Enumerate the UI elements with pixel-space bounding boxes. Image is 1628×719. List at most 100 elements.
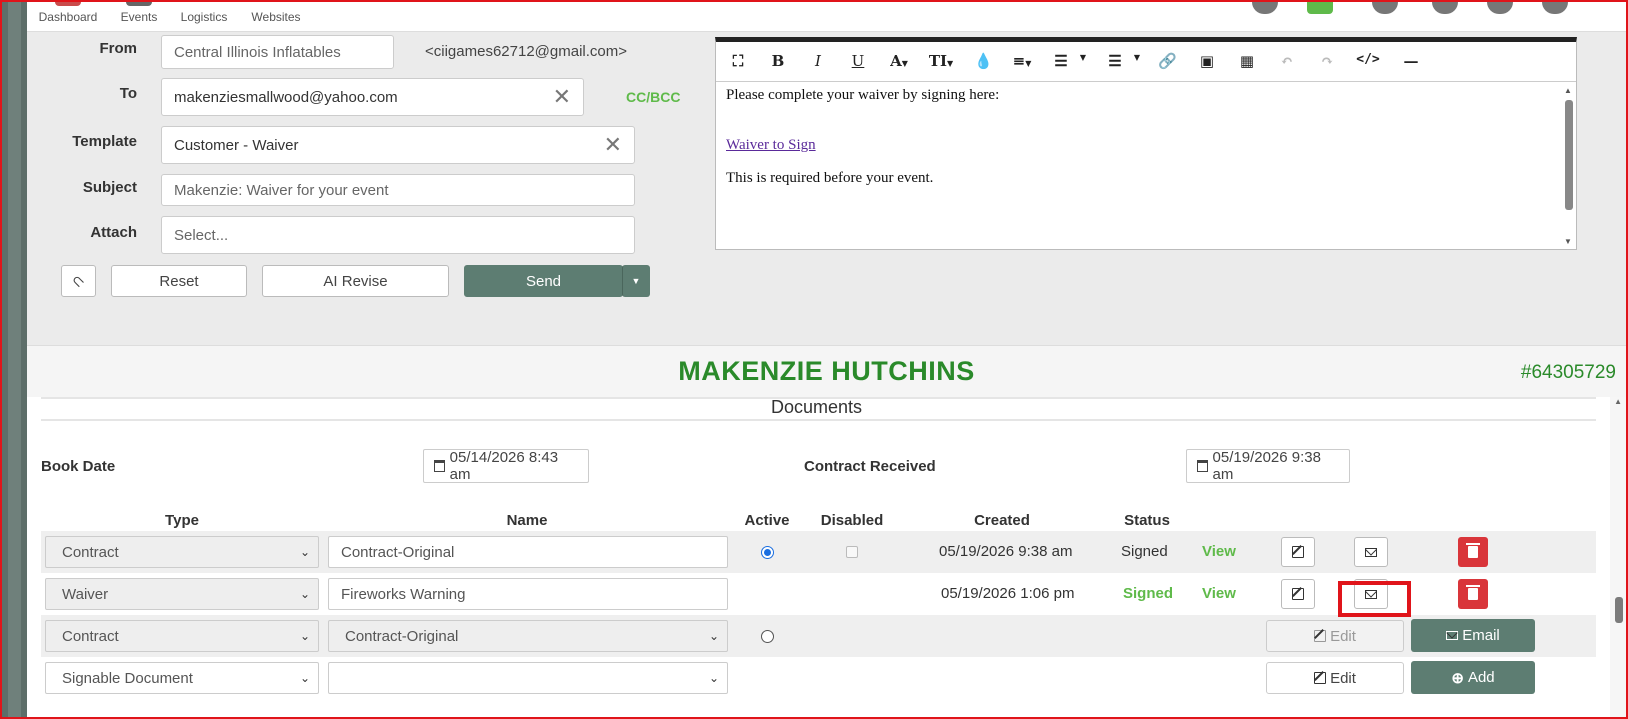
active-radio[interactable] [761,630,774,643]
nav-logistics[interactable]: Logistics [179,0,229,24]
cc-bcc-link[interactable]: CC/BCC [626,89,680,105]
name-input[interactable]: Contract-Original [328,536,728,568]
clear-to-icon[interactable]: ✕ [553,86,571,108]
email-button[interactable] [1354,537,1388,567]
nav-dashboard[interactable]: Dashboard [38,0,98,24]
bullet-list-caret[interactable]: ▼ [1132,52,1142,72]
caret-down-icon: ▼ [631,276,641,286]
edit-button-disabled[interactable]: Edit [1266,620,1404,652]
disabled-checkbox[interactable] [846,546,858,558]
to-field[interactable]: makenziesmallwood@yahoo.com ✕ [161,78,584,116]
ordered-list-caret[interactable]: ▼ [1078,52,1088,72]
trash-icon [1466,543,1480,558]
plus-circle-icon: ⊕ [1451,669,1464,687]
page-scrollbar[interactable]: ▲ [1610,397,1626,717]
truck-icon [191,0,217,2]
left-rail [2,2,27,717]
created-date: 05/19/2026 9:38 am [939,543,1073,560]
view-link[interactable]: View [1202,543,1236,560]
message-icon[interactable] [1307,0,1333,14]
editor-scrollbar[interactable]: ▲ ▼ [1564,86,1574,246]
col-disabled: Disabled [820,512,884,529]
from-label: From [99,40,138,57]
fullscreen-icon[interactable]: ⛶ [730,52,746,72]
editor-toolbar: ⛶ B I U A▼ TI▼ 💧 ≡▼ ☰ ▼ ☰ ▼ 🔗 ▣ ▦ ↶ ↷ </… [716,42,1576,82]
email-document-button[interactable]: Email [1411,619,1535,652]
status-text: Signed [1123,585,1174,602]
nav-websites[interactable]: Websites [250,0,302,24]
template-select[interactable]: Customer - Waiver ✕ [161,126,635,164]
from-field[interactable]: Central Illinois Inflatables [161,35,394,69]
font-size-button[interactable]: TI▼ [926,52,956,72]
type-select[interactable]: Contract ⌄ [45,536,319,568]
envelope-icon [1365,547,1377,557]
italic-button[interactable]: I [810,52,826,72]
from-email: <ciigames62712@gmail.com> [425,43,627,60]
delete-button[interactable] [1458,579,1488,609]
edit-icon [1314,630,1327,642]
tag-icon[interactable] [1372,0,1398,14]
clear-template-icon[interactable]: ✕ [604,134,622,156]
name-input[interactable]: Fireworks Warning [328,578,728,610]
image-icon[interactable]: ▣ [1198,52,1216,72]
type-select[interactable]: Contract ⌄ [45,620,319,652]
globe-icon [263,0,289,2]
ordered-list-icon[interactable]: ☰ [1052,52,1070,72]
attach-select[interactable]: Select... [161,216,635,254]
gear-icon[interactable] [1432,0,1458,14]
chevron-down-icon: ⌄ [299,671,310,685]
col-active: Active [744,512,790,529]
underline-button[interactable]: U [850,52,866,72]
send-button[interactable]: Send [464,265,623,297]
font-color-button[interactable]: A▼ [886,52,912,72]
ai-revise-button[interactable]: AI Revise [262,265,449,297]
book-date-field[interactable]: 05/14/2026 8:43 am [423,449,589,483]
code-view-button[interactable]: </> [1354,52,1382,72]
documents-title: Documents [770,397,863,417]
edit-button[interactable] [1281,579,1315,609]
link-icon[interactable]: 🔗 [1158,52,1177,72]
table-row: Signable Document ⌄ ⌄ Edit ⊕ Add [41,657,1596,699]
created-date: 05/19/2026 1:06 pm [941,585,1075,602]
bold-button[interactable]: B [770,52,786,72]
edit-button[interactable]: Edit [1266,662,1404,694]
phone-icon[interactable] [1252,0,1278,14]
attach-file-button[interactable]: ⊂ [61,265,96,297]
customer-name: MAKENZIE HUTCHINS [678,356,975,386]
table-icon[interactable]: ▦ [1238,52,1256,72]
view-link[interactable]: View [1202,585,1236,602]
edit-icon [1292,546,1304,558]
name-select[interactable]: Contract-Original ⌄ [328,620,728,652]
name-select[interactable]: ⌄ [328,662,728,694]
subject-input[interactable]: Makenzie: Waiver for your event [161,174,635,206]
waiver-link[interactable]: Waiver to Sign [726,137,816,153]
delete-button[interactable] [1458,537,1488,567]
contract-received-field[interactable]: 05/19/2026 9:38 am [1186,449,1350,483]
send-options-button[interactable]: ▼ [622,265,650,297]
subject-label: Subject [82,179,137,196]
redo-icon[interactable]: ↷ [1318,52,1336,72]
chevron-down-icon: ⌄ [299,545,310,559]
type-select[interactable]: Waiver ⌄ [45,578,319,610]
edit-button[interactable] [1281,537,1315,567]
type-select[interactable]: Signable Document ⌄ [45,662,319,694]
info-icon[interactable] [1487,0,1513,14]
chevron-down-icon: ⌄ [708,671,719,685]
active-radio[interactable] [761,546,774,559]
add-document-button[interactable]: ⊕ Add [1411,661,1535,694]
align-icon[interactable]: ≡▼ [1008,52,1036,72]
horizontal-rule-icon[interactable]: — [1402,52,1420,72]
color-drop-icon[interactable]: 💧 [974,52,993,72]
chevron-down-icon: ⌄ [299,629,310,643]
editor-line-2: This is required before your event. [726,170,934,186]
chevron-down-icon: ⌄ [299,587,310,601]
edit-icon [1314,672,1327,684]
edit-icon [1292,588,1304,600]
calendar-icon [434,460,445,472]
reset-button[interactable]: Reset [111,265,247,297]
nav-events[interactable]: Events [118,0,160,24]
bullet-list-icon[interactable]: ☰ [1106,52,1124,72]
table-row: Contract ⌄ Contract-Original ⌄ Edit Email [41,615,1596,657]
undo-icon[interactable]: ↶ [1278,52,1296,72]
user-icon[interactable] [1542,0,1568,14]
